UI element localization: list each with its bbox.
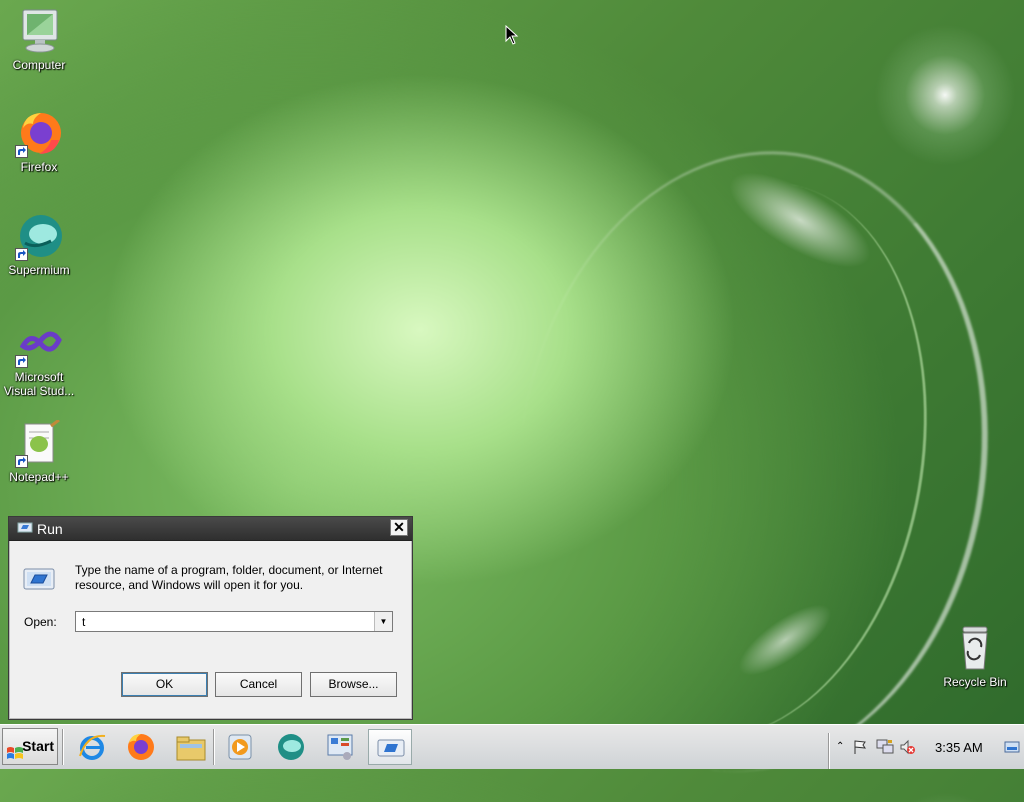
system-tray: ⌃ 3:35 AM xyxy=(828,729,1024,769)
desktop-icon-label: Microsoft Visual Stud... xyxy=(3,370,75,398)
desktop-icon-label: Computer xyxy=(12,58,66,72)
ok-button[interactable]: OK xyxy=(121,672,208,697)
clock[interactable]: 3:35 AM xyxy=(935,740,983,755)
show-desktop-icon[interactable] xyxy=(1004,739,1020,758)
taskbar-separator xyxy=(62,729,64,765)
desktop-icon-label: Firefox xyxy=(20,160,58,174)
open-combobox[interactable]: t ▼ xyxy=(75,611,393,632)
shortcut-arrow-icon xyxy=(15,145,28,158)
file-explorer-icon xyxy=(176,736,206,761)
volume-muted-icon[interactable] xyxy=(899,739,915,758)
network-icon[interactable] xyxy=(876,739,894,758)
start-button[interactable]: Start xyxy=(2,728,58,765)
recycle-bin-icon xyxy=(951,625,999,673)
shortcut-arrow-icon xyxy=(15,455,28,468)
run-dialog-titlebar[interactable]: Run ✕ xyxy=(9,517,412,541)
open-label: Open: xyxy=(24,615,57,629)
internet-explorer-icon xyxy=(79,734,106,760)
run-dialog-title: Run xyxy=(37,521,63,537)
shortcut-arrow-icon xyxy=(15,355,28,368)
run-icon xyxy=(377,739,405,757)
taskbar-internet-explorer[interactable] xyxy=(70,729,114,765)
start-label: Start xyxy=(22,738,54,754)
taskbar: Start ⌃ 3:35 AM xyxy=(0,724,1024,769)
run-icon xyxy=(23,567,55,596)
run-title-icon xyxy=(17,522,33,537)
media-player-icon xyxy=(228,734,252,760)
computer-icon xyxy=(15,8,63,56)
taskbar-run-window[interactable] xyxy=(368,729,412,765)
desktop-icon-label: Supermium xyxy=(8,263,70,277)
taskbar-control-panel[interactable] xyxy=(318,729,362,765)
taskbar-media-player[interactable] xyxy=(218,729,262,765)
firefox-icon xyxy=(15,110,63,158)
control-panel-icon xyxy=(327,734,353,760)
supermium-icon xyxy=(15,213,63,261)
open-input-value[interactable]: t xyxy=(82,615,85,629)
desktop-icon-recycle-bin[interactable]: Recycle Bin xyxy=(938,625,1012,689)
action-center-flag-icon[interactable] xyxy=(852,739,868,758)
taskbar-file-explorer[interactable] xyxy=(168,729,212,765)
desktop-icon-label: Recycle Bin xyxy=(943,675,1007,689)
run-description: Type the name of a program, folder, docu… xyxy=(75,563,383,592)
browse-button[interactable]: Browse... xyxy=(310,672,397,697)
desktop-icon-visual-studio[interactable]: Microsoft Visual Stud... xyxy=(2,320,76,398)
desktop-icon-computer[interactable]: Computer xyxy=(2,8,76,72)
close-button[interactable]: ✕ xyxy=(390,519,408,536)
tray-separator xyxy=(828,733,830,769)
desktop-icon-notepadpp[interactable]: Notepad++ xyxy=(2,418,76,484)
notepadpp-icon xyxy=(15,418,63,468)
visual-studio-icon xyxy=(15,320,63,368)
mouse-cursor-icon xyxy=(505,25,519,45)
cancel-button[interactable]: Cancel xyxy=(215,672,302,697)
taskbar-supermium[interactable] xyxy=(269,729,313,765)
windows-flag-icon xyxy=(6,739,24,774)
firefox-icon xyxy=(128,734,154,760)
taskbar-separator xyxy=(213,729,215,765)
desktop-icon-firefox[interactable]: Firefox xyxy=(2,110,76,174)
desktop-icon-label: Notepad++ xyxy=(9,470,69,484)
run-dialog: Run ✕ Type the name of a program, folder… xyxy=(8,516,413,720)
desktop-icon-supermium[interactable]: Supermium xyxy=(2,213,76,277)
supermium-icon xyxy=(278,734,304,760)
shortcut-arrow-icon xyxy=(15,248,28,261)
taskbar-firefox[interactable] xyxy=(119,729,163,765)
show-hidden-icons-chevron-icon[interactable]: ⌃ xyxy=(836,741,844,752)
chevron-down-icon[interactable]: ▼ xyxy=(374,612,392,631)
